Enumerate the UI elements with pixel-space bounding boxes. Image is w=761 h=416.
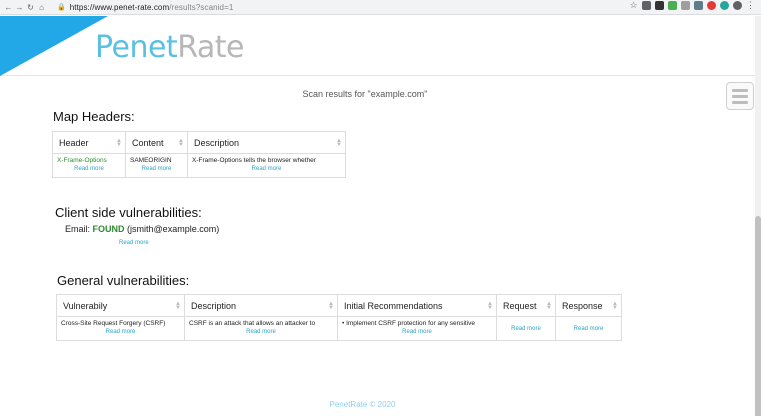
table-row: Cross-Site Request Forgery (CSRF) Read mo… [56,316,622,341]
url-text: https://www.penet-rate.com/results?scani… [69,2,234,12]
extension-icon[interactable] [707,1,716,10]
extension-icon[interactable] [655,1,664,10]
general-vulnerabilities-title: General vulnerabilities: [57,273,190,288]
scrollbar[interactable] [755,16,761,416]
read-more-link[interactable]: Read more [119,240,149,246]
column-header[interactable]: Response ▲ ▼ [555,294,622,317]
general-vulnerabilities-table: Vulnerabily ▲ ▼ Description ▲ ▼ Initial Reco… [56,294,622,341]
status-badge: FOUND [92,224,125,234]
sort-icon[interactable]: ▲ ▼ [546,301,552,311]
read-more-link[interactable]: Read more [342,329,492,335]
description-cell: CSRF is an attack that allows an attacke… [184,316,338,341]
sort-icon[interactable]: ▲ ▼ [612,301,618,311]
vulnerability-cell: Cross-Site Request Forgery (CSRF) Read mo… [56,316,185,341]
column-header[interactable]: Vulnerabily ▲ ▼ [56,294,185,317]
extension-icon[interactable] [720,1,729,10]
read-more-link[interactable]: Read more [189,329,333,335]
footer-copyright: PenetRate © 2020 [329,400,396,409]
extension-icon[interactable] [681,1,690,10]
description-cell: X-Frame-Options tells the browser whethe… [187,153,346,178]
site-header: PenetRate [0,16,755,76]
column-header[interactable]: Description ▲ ▼ [187,131,346,154]
home-icon[interactable]: ⌂ [36,1,47,14]
table-header-row: Vulnerabily ▲ ▼ Description ▲ ▼ Initial Reco… [56,294,622,317]
back-icon[interactable]: ← [3,1,14,14]
read-more-link[interactable]: Read more [560,326,617,332]
address-bar[interactable]: 🔒 https://www.penet-rate.com/results?sca… [57,3,233,12]
avatar[interactable] [733,1,742,10]
sort-icon[interactable]: ▲ ▼ [116,138,122,148]
column-header[interactable]: Content ▲ ▼ [125,131,188,154]
browser-toolbar: ← → ↻ ⌂ 🔒 https://www.penet-rate.com/res… [0,0,761,15]
read-more-link[interactable]: Read more [61,329,180,335]
column-header[interactable]: Request ▲ ▼ [496,294,556,317]
reload-icon[interactable]: ↻ [25,1,36,14]
hamburger-menu-icon[interactable] [726,82,754,110]
scrollbar-thumb[interactable] [755,216,761,416]
table-row: X-Frame-Options Read more SAMEORIGIN Read … [52,153,346,178]
email-finding: Email: FOUND (jsmith@example.com) [65,224,220,234]
content-cell: SAMEORIGIN Read more [125,153,188,178]
recommendation-cell: • Implement CSRF protection for any sens… [337,316,497,341]
table-header-row: Header ▲ ▼ Content ▲ ▼ Description ▲ ▼ [52,131,346,154]
extension-icon[interactable] [668,1,677,10]
scan-title: Scan results for "example.com" [302,89,428,99]
map-headers-title: Map Headers: [53,109,135,124]
read-more-link[interactable]: Read more [501,326,551,332]
map-headers-table: Header ▲ ▼ Content ▲ ▼ Description ▲ ▼ X-Frame… [52,131,346,178]
client-side-title: Client side vulnerabilities: [55,205,202,220]
forward-icon[interactable]: → [14,1,25,14]
read-more-link[interactable]: Read more [192,166,341,172]
read-more-link[interactable]: Read more [130,166,183,172]
request-cell: Read more [496,316,556,341]
site-logo[interactable]: PenetRate [95,30,245,65]
header-cell: X-Frame-Options Read more [52,153,126,178]
column-header[interactable]: Description ▲ ▼ [184,294,338,317]
sort-icon[interactable]: ▲ ▼ [487,301,493,311]
response-cell: Read more [555,316,622,341]
extension-icon[interactable] [694,1,703,10]
extension-icon[interactable] [642,1,651,10]
column-header[interactable]: Initial Recommendations ▲ ▼ [337,294,497,317]
sort-icon[interactable]: ▲ ▼ [178,138,184,148]
sort-icon[interactable]: ▲ ▼ [175,301,181,311]
brand-triangle [0,16,108,76]
sort-icon[interactable]: ▲ ▼ [336,138,342,148]
column-header[interactable]: Header ▲ ▼ [52,131,126,154]
more-vert-icon[interactable]: ⋮ [746,0,755,10]
sort-icon[interactable]: ▲ ▼ [328,301,334,311]
lock-icon: 🔒 [57,4,66,11]
bookmark-star-icon[interactable]: ☆ [629,0,638,10]
read-more-link[interactable]: Read more [57,166,121,172]
